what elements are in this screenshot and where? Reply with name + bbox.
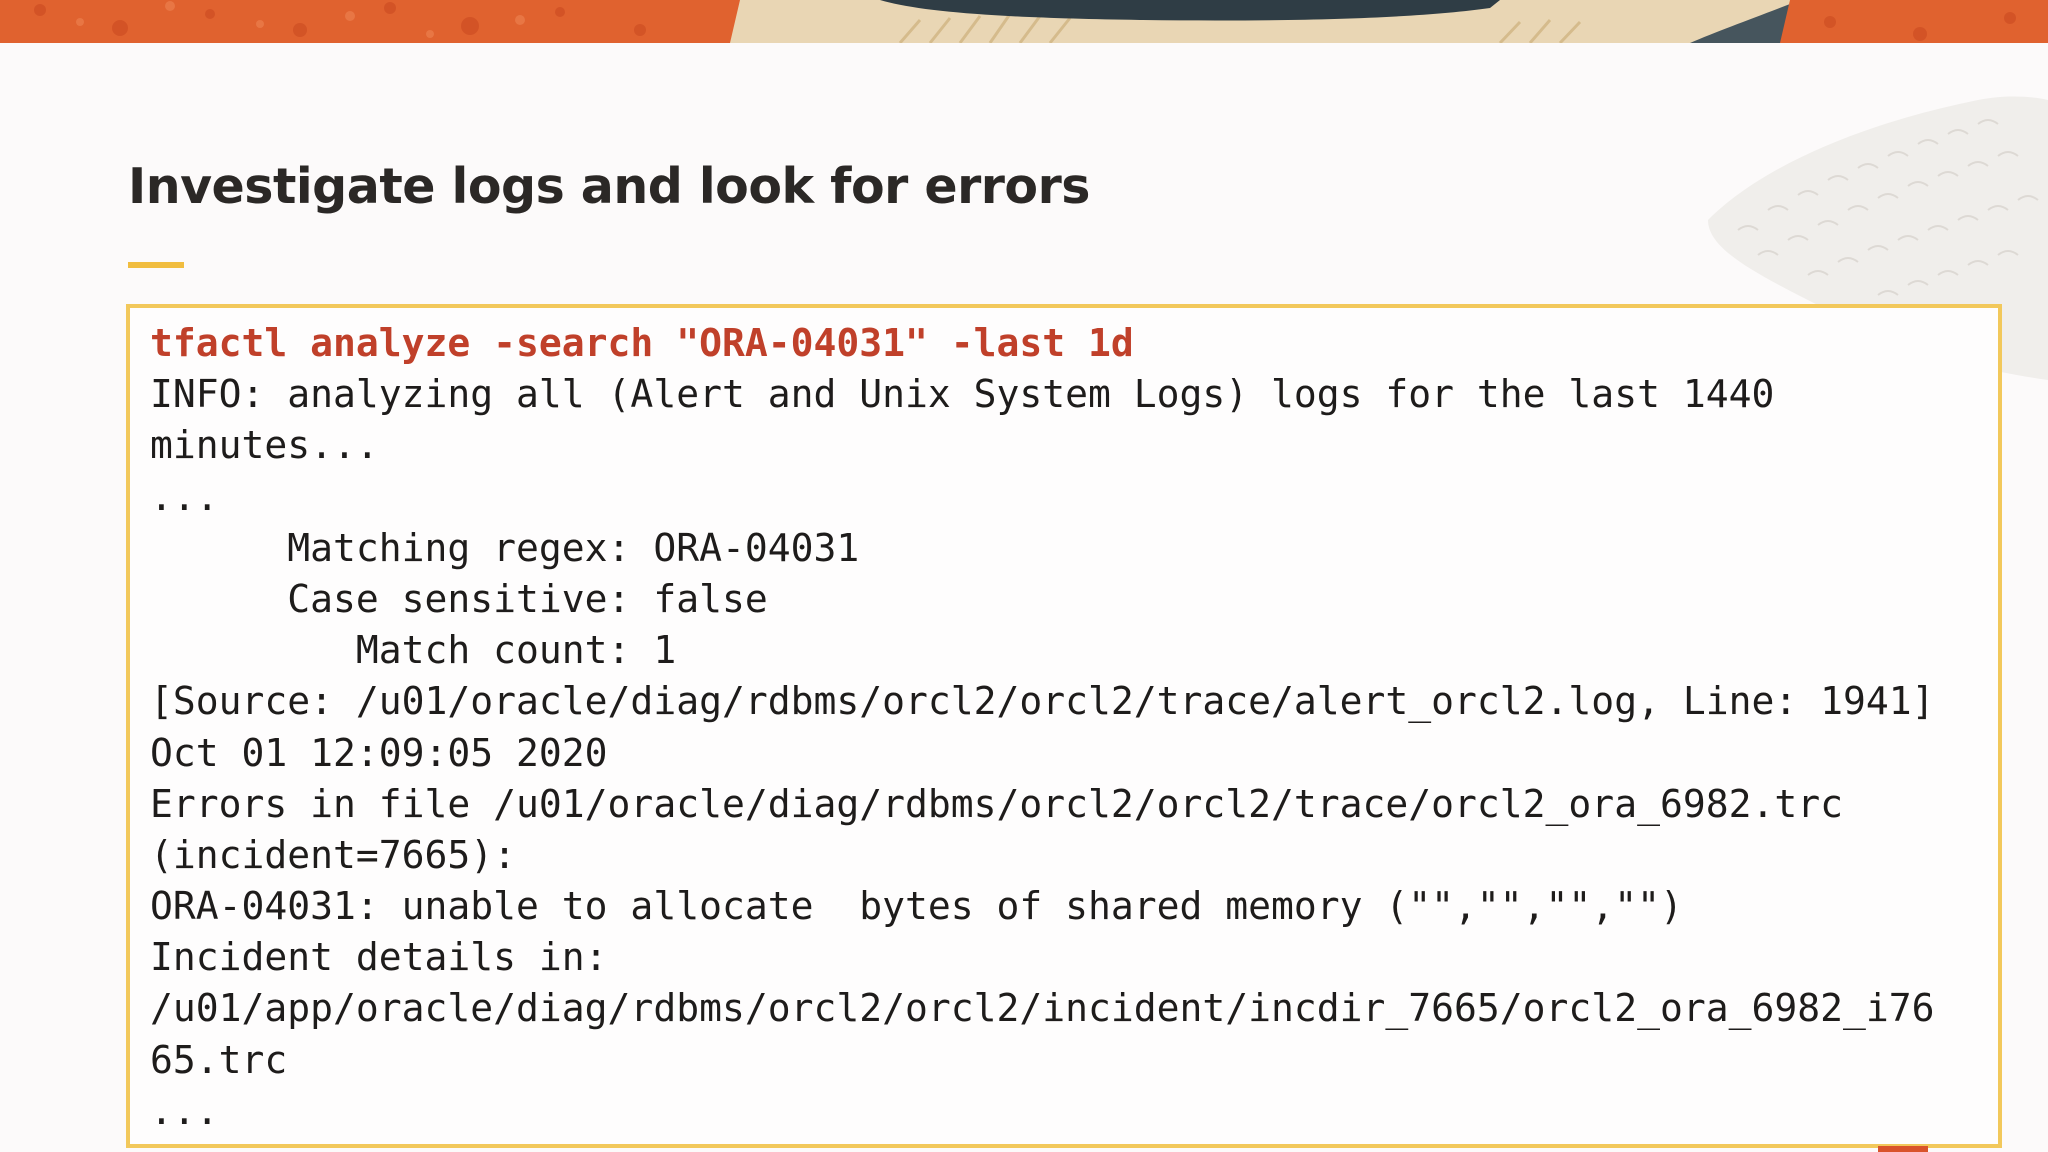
output-line: Match count: 1 <box>150 628 677 673</box>
command-line: tfactl analyze -search "ORA-04031" -last… <box>150 321 1134 365</box>
output-line: ... <box>150 474 219 519</box>
header-banner-image <box>0 0 2048 43</box>
corner-accent-bar <box>1878 1146 1928 1152</box>
output-line: Errors in file /u01/oracle/diag/rdbms/or… <box>150 781 1843 826</box>
output-line: Incident details in: <box>150 935 608 980</box>
title-accent-underline <box>128 262 184 268</box>
output-line: Oct 01 12:09:05 2020 <box>150 730 608 775</box>
output-line: /u01/app/oracle/diag/rdbms/orcl2/orcl2/i… <box>150 986 1935 1031</box>
output-line: ... <box>150 1088 219 1133</box>
output-line: Case sensitive: false <box>150 576 768 621</box>
output-line: ORA-04031: unable to allocate bytes of s… <box>150 884 1683 929</box>
output-line: INFO: analyzing all (Alert and Unix Syst… <box>150 372 1775 417</box>
output-line: (incident=7665): <box>150 832 517 877</box>
output-line: Matching regex: ORA-04031 <box>150 525 860 570</box>
terminal-output-panel: tfactl analyze -search "ORA-04031" -last… <box>126 304 2002 1148</box>
terminal-output: tfactl analyze -search "ORA-04031" -last… <box>150 318 1934 1137</box>
slide-title: Investigate logs and look for errors <box>128 158 1090 215</box>
output-line: minutes... <box>150 423 379 468</box>
output-line: [Source: /u01/oracle/diag/rdbms/orcl2/or… <box>150 679 1935 724</box>
output-line: 65.trc <box>150 1037 288 1082</box>
